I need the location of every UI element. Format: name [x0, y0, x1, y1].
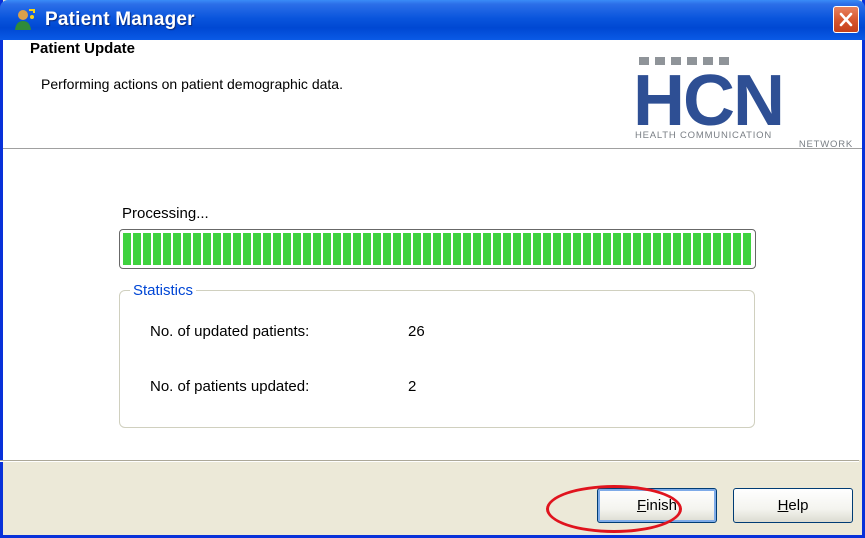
logo-tagline-line2: NETWORK: [798, 139, 853, 150]
window-title: Patient Manager: [45, 9, 195, 30]
help-label: elp: [788, 497, 809, 514]
statistics-groupbox: [119, 290, 755, 428]
progress-bar-fill: [123, 233, 752, 265]
finish-mnemonic: F: [636, 497, 647, 514]
processing-label: Processing...: [122, 205, 209, 222]
patient-manager-app-icon: [12, 8, 36, 32]
help-mnemonic: H: [777, 497, 789, 514]
hcn-logo: HCN HEALTH COMMUNICATION NETWORK: [633, 57, 857, 150]
page-title: Patient Update: [30, 40, 136, 57]
button-bar-separator: [0, 460, 859, 462]
help-button[interactable]: Help: [733, 488, 853, 523]
finish-button[interactable]: Finish: [597, 488, 717, 523]
stat-value-patients-updated: 2: [408, 378, 417, 395]
page-subtitle: Performing actions on patient demographi…: [41, 76, 343, 92]
stat-label-patients-updated: No. of patients updated:: [150, 378, 310, 395]
logo-letters: HCN: [633, 61, 785, 141]
title-bar[interactable]: Patient Manager: [0, 0, 865, 40]
close-icon: [839, 12, 853, 27]
close-button[interactable]: [833, 6, 859, 33]
progress-bar: [119, 229, 756, 269]
logo-tagline-line1: HEALTH COMMUNICATION: [635, 130, 773, 141]
stat-value-updated-patients: 26: [408, 323, 425, 340]
finish-label: inish: [646, 497, 678, 514]
stat-label-updated-patients: No. of updated patients:: [150, 323, 310, 340]
statistics-legend: Statistics: [130, 282, 197, 299]
